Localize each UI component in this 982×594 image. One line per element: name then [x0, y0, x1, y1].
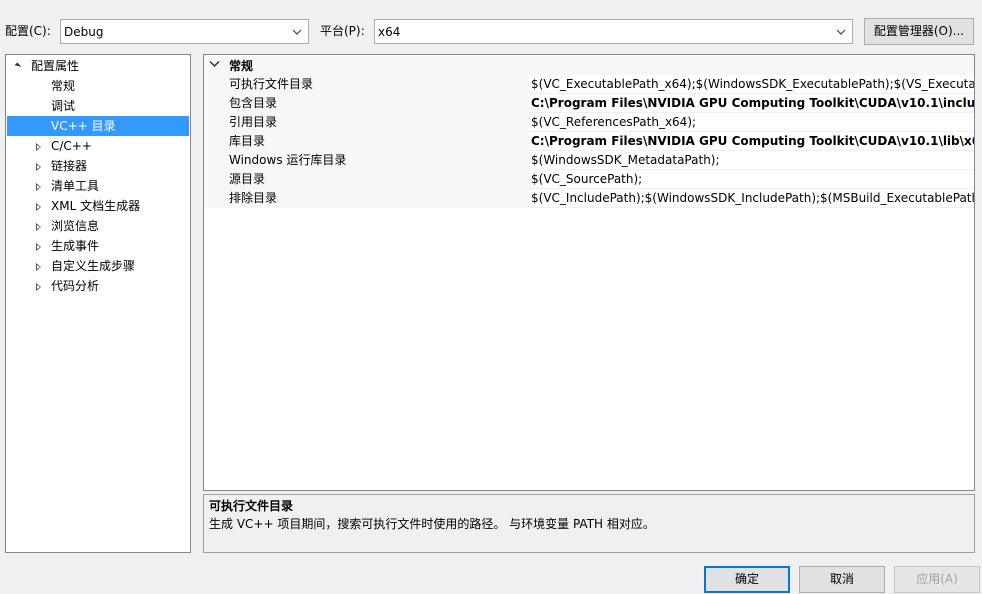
tree-item-linker[interactable]: 链接器: [6, 156, 190, 176]
tree-item-label: 清单工具: [51, 179, 100, 193]
property-tree[interactable]: 配置属性 常规 调试 VC++ 目录 C/C++ 链接器 清单工具 XML 文档…: [5, 54, 191, 553]
platform-label: 平台(P):: [320, 24, 365, 38]
tree-item-build-events[interactable]: 生成事件: [6, 236, 190, 256]
tree-item-label: 自定义生成步骤: [51, 259, 136, 273]
tree-item-vc-directories[interactable]: VC++ 目录: [7, 116, 189, 136]
property-value[interactable]: $(WindowsSDK_MetadataPath);: [531, 151, 974, 170]
tree-item-config-properties[interactable]: 配置属性: [6, 56, 190, 76]
description-text: 生成 VC++ 项目期间，搜索可执行文件时使用的路径。 与环境变量 PATH 相…: [209, 517, 655, 531]
expanded-triangle-icon: [14, 62, 22, 70]
collapsed-triangle-icon[interactable]: [36, 163, 41, 171]
property-value[interactable]: $(VC_SourcePath);: [531, 170, 974, 189]
property-name: 库目录: [204, 132, 529, 151]
config-manager-button[interactable]: 配置管理器(O)...: [864, 18, 974, 45]
tree-item-label: 代码分析: [51, 279, 100, 293]
property-name: 可执行文件目录: [204, 75, 529, 94]
config-select[interactable]: Debug: [60, 19, 309, 44]
property-row[interactable]: 包含目录 C:\Program Files\NVIDIA GPU Computi…: [204, 94, 974, 113]
description-title: 可执行文件目录: [209, 499, 294, 513]
platform-select[interactable]: x64: [374, 19, 853, 44]
property-name: Windows 运行库目录: [204, 151, 529, 170]
tree-item-label: VC++ 目录: [51, 119, 116, 133]
ok-button[interactable]: 确定: [704, 566, 790, 593]
tree-item-xml-doc-generator[interactable]: XML 文档生成器: [6, 196, 190, 216]
property-name: 源目录: [204, 170, 529, 189]
category-header-general[interactable]: 常规: [204, 56, 974, 75]
chevron-down-icon[interactable]: [209, 60, 220, 68]
category-title: 常规: [229, 59, 254, 73]
apply-button[interactable]: 应用(A): [894, 566, 980, 593]
property-name: 包含目录: [204, 94, 529, 113]
tree-item-code-analysis[interactable]: 代码分析: [6, 276, 190, 296]
property-value[interactable]: $(VC_IncludePath);$(WindowsSDK_IncludePa…: [531, 189, 974, 208]
property-name: 引用目录: [204, 113, 529, 132]
description-pane: 可执行文件目录 生成 VC++ 项目期间，搜索可执行文件时使用的路径。 与环境变…: [203, 494, 975, 553]
tree-item-label: 生成事件: [51, 239, 100, 253]
chevron-down-icon: [836, 29, 846, 35]
chevron-down-icon: [292, 29, 302, 35]
property-row[interactable]: 可执行文件目录 $(VC_ExecutablePath_x64);$(Windo…: [204, 75, 974, 94]
collapsed-triangle-icon[interactable]: [36, 243, 41, 251]
tree-item-label: C/C++: [51, 139, 92, 153]
config-label: 配置(C):: [5, 24, 51, 38]
tree-item-label: XML 文档生成器: [51, 199, 141, 213]
property-row[interactable]: 库目录 C:\Program Files\NVIDIA GPU Computin…: [204, 132, 974, 151]
tree-item-custom-build-step[interactable]: 自定义生成步骤: [6, 256, 190, 276]
property-row[interactable]: 排除目录 $(VC_IncludePath);$(WindowsSDK_Incl…: [204, 189, 974, 208]
property-value[interactable]: C:\Program Files\NVIDIA GPU Computing To…: [531, 94, 974, 113]
tree-item-label: 链接器: [51, 159, 88, 173]
tree-item-general[interactable]: 常规: [6, 76, 190, 96]
property-value[interactable]: $(VC_ReferencesPath_x64);: [531, 113, 974, 132]
collapsed-triangle-icon[interactable]: [36, 223, 41, 231]
property-value[interactable]: C:\Program Files\NVIDIA GPU Computing To…: [531, 132, 974, 151]
property-row[interactable]: 引用目录 $(VC_ReferencesPath_x64);: [204, 113, 974, 132]
property-row[interactable]: 源目录 $(VC_SourcePath);: [204, 170, 974, 189]
tree-item-label: 配置属性: [31, 59, 80, 73]
collapsed-triangle-icon[interactable]: [36, 263, 41, 271]
tree-item-label: 浏览信息: [51, 219, 100, 233]
collapsed-triangle-icon[interactable]: [36, 203, 41, 211]
collapsed-triangle-icon[interactable]: [36, 283, 41, 291]
platform-select-value: x64: [378, 25, 401, 39]
tree-item-label: 常规: [51, 79, 76, 93]
tree-item-browse-information[interactable]: 浏览信息: [6, 216, 190, 236]
config-select-value: Debug: [64, 25, 104, 39]
cancel-button[interactable]: 取消: [799, 566, 885, 593]
tree-item-label: 调试: [51, 99, 76, 113]
tree-item-debugging[interactable]: 调试: [6, 96, 190, 116]
property-grid[interactable]: 常规 可执行文件目录 $(VC_ExecutablePath_x64);$(Wi…: [203, 54, 975, 491]
property-row[interactable]: Windows 运行库目录 $(WindowsSDK_MetadataPath)…: [204, 151, 974, 170]
property-value[interactable]: $(VC_ExecutablePath_x64);$(WindowsSDK_Ex…: [531, 75, 974, 94]
property-name: 排除目录: [204, 189, 529, 208]
tree-item-cpp[interactable]: C/C++: [6, 136, 190, 156]
collapsed-triangle-icon[interactable]: [36, 143, 41, 151]
tree-item-manifest-tool[interactable]: 清单工具: [6, 176, 190, 196]
collapsed-triangle-icon[interactable]: [36, 183, 41, 191]
